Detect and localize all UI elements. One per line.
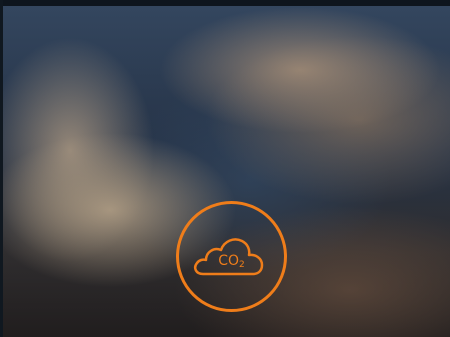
top-edge-bar xyxy=(0,0,450,6)
co2-badge: CO2 xyxy=(176,201,287,312)
hero-image: CO2 xyxy=(0,0,450,337)
co2-formula: CO xyxy=(218,253,240,269)
co2-subscript: 2 xyxy=(239,260,245,270)
co2-label: CO2 xyxy=(176,253,287,273)
left-edge-bar xyxy=(0,0,3,337)
